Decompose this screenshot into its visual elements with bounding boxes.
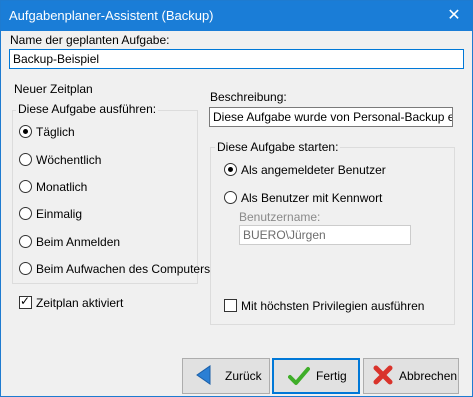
radio-at-logon-indicator: [19, 235, 32, 249]
back-button-label: Zurück: [225, 369, 262, 383]
radio-on-wake[interactable]: Beim Aufwachen des Computers: [19, 261, 210, 277]
username-label: Benutzername:: [239, 210, 321, 224]
wizard-window: Aufgabenplaner-Assistent (Backup) ✕ Name…: [0, 0, 473, 397]
start-group-title: Diese Aufgabe starten:: [215, 140, 341, 154]
radio-daily[interactable]: Täglich: [19, 124, 75, 140]
radio-as-user-with-password[interactable]: Als Benutzer mit Kennwort: [224, 190, 382, 206]
cancel-button-label: Abbrechen: [399, 369, 458, 383]
window-title: Aufgabenplaner-Assistent (Backup): [9, 8, 214, 23]
radio-daily-indicator: [19, 125, 32, 139]
description-label: Beschreibung:: [210, 90, 287, 104]
check-icon: [288, 367, 310, 385]
radio-once-label: Einmalig: [36, 206, 83, 221]
highest-privileges-label: Mit höchsten Privilegien ausführen: [241, 298, 425, 313]
run-group-title: Diese Aufgabe ausführen:: [16, 102, 159, 116]
schedule-active-check-indicator: [19, 294, 32, 310]
radio-weekly[interactable]: Wöchentlich: [19, 152, 101, 168]
radio-on-wake-label: Beim Aufwachen des Computers: [36, 261, 211, 276]
radio-once[interactable]: Einmalig: [19, 206, 82, 222]
radio-as-logged-in-user-label: Als angemeldeter Benutzer: [241, 162, 386, 177]
radio-daily-label: Täglich: [36, 124, 75, 139]
radio-on-wake-indicator: [19, 262, 32, 276]
radio-at-logon-label: Beim Anmelden: [36, 234, 121, 249]
title-bar[interactable]: Aufgabenplaner-Assistent (Backup) ✕: [1, 1, 472, 31]
description-input[interactable]: Diese Aufgabe wurde von Personal-Backup …: [209, 107, 453, 127]
schedule-header: Neuer Zeitplan: [14, 82, 93, 96]
task-name-label: Name der geplanten Aufgabe:: [10, 33, 170, 47]
schedule-active-label: Zeitplan aktiviert: [36, 295, 124, 310]
finish-button[interactable]: Fertig: [272, 358, 360, 394]
radio-at-logon[interactable]: Beim Anmelden: [19, 234, 120, 250]
back-arrow-icon: [196, 365, 211, 385]
close-icon[interactable]: ✕: [442, 4, 466, 28]
radio-as-logged-in-user-indicator: [224, 163, 237, 177]
highest-privileges-checkbox[interactable]: Mit höchsten Privilegien ausführen: [224, 298, 424, 313]
username-input[interactable]: BUERO\Jürgen: [239, 225, 411, 245]
cancel-x-icon: [373, 365, 393, 385]
schedule-active-checkbox[interactable]: Zeitplan aktiviert: [19, 294, 124, 310]
radio-monthly-label: Monatlich: [36, 179, 88, 194]
task-name-input[interactable]: Backup-Beispiel: [9, 49, 464, 69]
radio-monthly-indicator: [19, 180, 32, 194]
finish-button-label: Fertig: [316, 369, 347, 383]
radio-weekly-indicator: [19, 153, 32, 167]
radio-once-indicator: [19, 207, 32, 221]
highest-privileges-check-indicator: [224, 299, 237, 313]
radio-monthly[interactable]: Monatlich: [19, 179, 87, 195]
radio-weekly-label: Wöchentlich: [36, 152, 102, 167]
radio-as-user-with-password-indicator: [224, 191, 237, 205]
back-button[interactable]: Zurück: [182, 358, 270, 394]
radio-as-user-with-password-label: Als Benutzer mit Kennwort: [241, 190, 383, 205]
radio-as-logged-in-user[interactable]: Als angemeldeter Benutzer: [224, 162, 386, 178]
cancel-button[interactable]: Abbrechen: [363, 358, 459, 394]
